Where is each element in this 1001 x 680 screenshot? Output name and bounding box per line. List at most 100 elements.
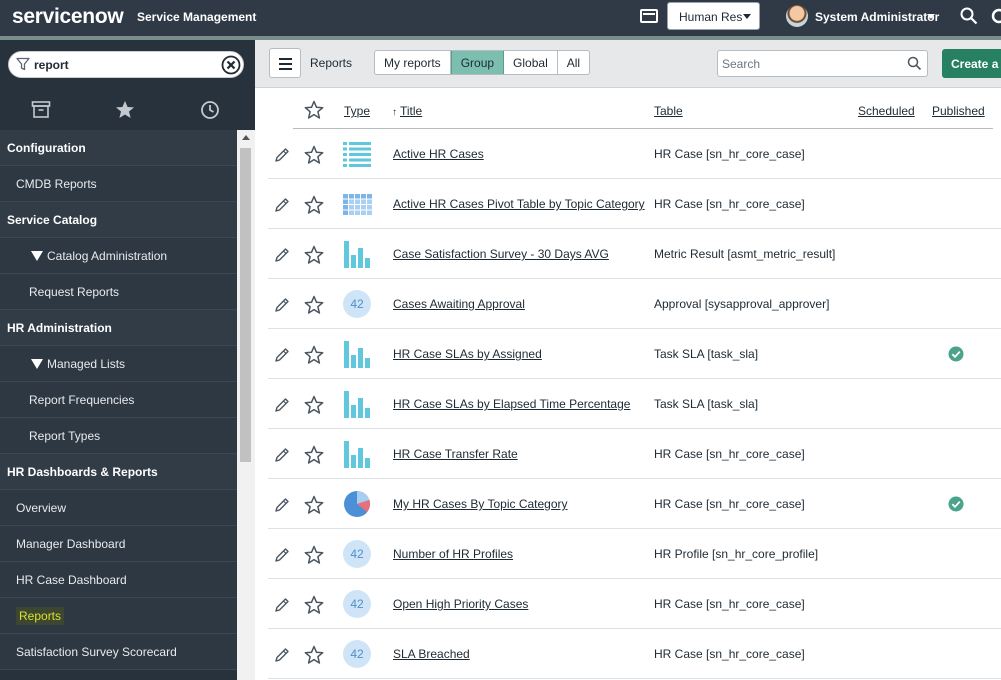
- table-row[interactable]: 42 Number of HR Profiles HR Profile [sn_…: [268, 529, 1001, 579]
- search-input[interactable]: [722, 55, 902, 73]
- report-type-cell: [342, 239, 372, 269]
- star-icon[interactable]: [304, 145, 324, 165]
- nav-section-item[interactable]: HR Administration: [0, 310, 237, 346]
- table-row[interactable]: 42 SLA Breached HR Case [sn_hr_core_case…: [268, 629, 1001, 679]
- star-icon[interactable]: [115, 100, 135, 120]
- create-report-button[interactable]: Create a report: [942, 49, 1001, 78]
- table-row[interactable]: Case Satisfaction Survey - 30 Days AVG M…: [268, 229, 1001, 279]
- table-row[interactable]: HR Case SLAs by Elapsed Time Percentage …: [268, 379, 1001, 429]
- pencil-icon[interactable]: [274, 397, 290, 413]
- pencil-icon[interactable]: [274, 197, 290, 213]
- triangle-down-icon[interactable]: [31, 251, 43, 261]
- star-icon[interactable]: [304, 445, 324, 465]
- search-box[interactable]: [717, 50, 928, 77]
- nav-mod-item[interactable]: HR Case Dashboard: [0, 562, 237, 598]
- nav-mod-item[interactable]: Manager Dashboard: [0, 526, 237, 562]
- gear-icon[interactable]: [990, 7, 1001, 25]
- nav-sub-item[interactable]: Managed Lists: [0, 346, 237, 382]
- table-row[interactable]: My HR Cases By Topic Category HR Case [s…: [268, 479, 1001, 529]
- nav-section-item[interactable]: Service Catalog: [0, 202, 237, 238]
- nav-section-item[interactable]: HR Dashboards & Reports: [0, 454, 237, 490]
- scroll-up-arrow-icon[interactable]: [242, 135, 250, 140]
- pencil-icon[interactable]: [274, 247, 290, 263]
- filter-tab[interactable]: My reports: [375, 51, 451, 74]
- user-menu[interactable]: System Administrator: [815, 10, 939, 24]
- nav-mod-item[interactable]: Overview: [0, 490, 237, 526]
- report-title-link[interactable]: HR Case SLAs by Assigned: [393, 347, 542, 361]
- table-row[interactable]: Active HR Cases Pivot Table by Topic Cat…: [268, 179, 1001, 229]
- table-row[interactable]: 42 Open High Priority Cases HR Case [sn_…: [268, 579, 1001, 629]
- nav-subitem-item[interactable]: Request Reports: [0, 274, 237, 310]
- nav-section-item[interactable]: Configuration: [0, 130, 237, 166]
- pencil-icon[interactable]: [274, 497, 290, 513]
- pencil-icon[interactable]: [274, 597, 290, 613]
- navigator-filter-input[interactable]: report: [34, 58, 69, 72]
- report-title-link[interactable]: My HR Cases By Topic Category: [393, 497, 568, 511]
- filter-tab[interactable]: Global: [504, 51, 558, 74]
- report-title-link[interactable]: SLA Breached: [393, 647, 470, 661]
- star-icon[interactable]: [304, 345, 324, 365]
- star-header-icon[interactable]: [304, 100, 324, 120]
- scrollbar-thumb[interactable]: [240, 148, 251, 462]
- search-icon[interactable]: [907, 56, 922, 71]
- list-menu-button[interactable]: [269, 48, 301, 78]
- report-title-link[interactable]: HR Case Transfer Rate: [393, 447, 518, 461]
- star-icon[interactable]: [304, 495, 324, 515]
- archive-icon[interactable]: [31, 100, 51, 120]
- chevron-down-icon: [743, 14, 751, 19]
- search-icon[interactable]: [960, 7, 978, 25]
- screen-icon[interactable]: [640, 9, 658, 23]
- star-icon[interactable]: [304, 595, 324, 615]
- column-header-type[interactable]: Type: [344, 104, 370, 118]
- star-icon[interactable]: [304, 645, 324, 665]
- column-header-published[interactable]: Published: [932, 104, 985, 118]
- navigator-scrollbar[interactable]: [237, 130, 255, 680]
- nav-subitem-item[interactable]: Report Types: [0, 418, 237, 454]
- avatar[interactable]: [786, 5, 808, 27]
- report-title-link[interactable]: Number of HR Profiles: [393, 547, 513, 561]
- pencil-icon[interactable]: [274, 297, 290, 313]
- column-header-scheduled[interactable]: Scheduled: [858, 104, 915, 118]
- report-title-link[interactable]: Case Satisfaction Survey - 30 Days AVG: [393, 247, 609, 261]
- domain-select[interactable]: Human Res: [667, 2, 760, 30]
- star-icon[interactable]: [304, 295, 324, 315]
- column-header-title[interactable]: ↑ Title: [392, 104, 422, 118]
- report-title-link[interactable]: HR Case SLAs by Elapsed Time Percentage: [393, 397, 630, 411]
- nav-mod-item[interactable]: CMDB Reports: [0, 166, 237, 202]
- close-icon[interactable]: [221, 55, 241, 75]
- bar-chart-icon: [344, 391, 370, 418]
- clock-icon[interactable]: [200, 100, 220, 120]
- nav-sub-item[interactable]: Catalog Administration: [0, 238, 237, 274]
- filter-tab[interactable]: All: [558, 51, 589, 74]
- table-row[interactable]: HR Case Transfer Rate HR Case [sn_hr_cor…: [268, 429, 1001, 479]
- triangle-down-icon[interactable]: [31, 359, 43, 369]
- star-icon[interactable]: [304, 395, 324, 415]
- user-chevron-down-icon[interactable]: [927, 14, 935, 19]
- report-title-link[interactable]: Open High Priority Cases: [393, 597, 528, 611]
- pencil-icon[interactable]: [274, 347, 290, 363]
- servicenow-logo[interactable]: servicenow: [12, 5, 124, 29]
- star-icon[interactable]: [304, 545, 324, 565]
- list-report-icon: [343, 142, 371, 167]
- report-title-link[interactable]: Cases Awaiting Approval: [393, 297, 525, 311]
- nav-mod-item[interactable]: Reports: [0, 598, 237, 634]
- report-title-link[interactable]: Active HR Cases: [393, 147, 484, 161]
- report-table-cell: Metric Result [asmt_metric_result]: [654, 247, 836, 261]
- report-title-link[interactable]: Active HR Cases Pivot Table by Topic Cat…: [393, 197, 645, 211]
- pencil-icon[interactable]: [274, 547, 290, 563]
- filter-tab[interactable]: Group: [450, 51, 505, 74]
- column-header-table[interactable]: Table: [654, 104, 683, 118]
- star-icon[interactable]: [304, 245, 324, 265]
- nav-subitem-item[interactable]: Report Frequencies: [0, 382, 237, 418]
- navigator-filter[interactable]: report: [8, 51, 244, 78]
- star-icon[interactable]: [304, 195, 324, 215]
- pencil-icon[interactable]: [274, 447, 290, 463]
- nav-item-label: Configuration: [7, 141, 86, 155]
- table-row[interactable]: Active HR Cases HR Case [sn_hr_core_case…: [268, 129, 1001, 179]
- pencil-icon[interactable]: [274, 147, 290, 163]
- table-row[interactable]: 42 Cases Awaiting Approval Approval [sys…: [268, 279, 1001, 329]
- pencil-icon[interactable]: [274, 647, 290, 663]
- report-table-cell: HR Case [sn_hr_core_case]: [654, 447, 805, 461]
- table-row[interactable]: HR Case SLAs by Assigned Task SLA [task_…: [268, 329, 1001, 379]
- nav-mod-item[interactable]: Satisfaction Survey Scorecard: [0, 634, 237, 670]
